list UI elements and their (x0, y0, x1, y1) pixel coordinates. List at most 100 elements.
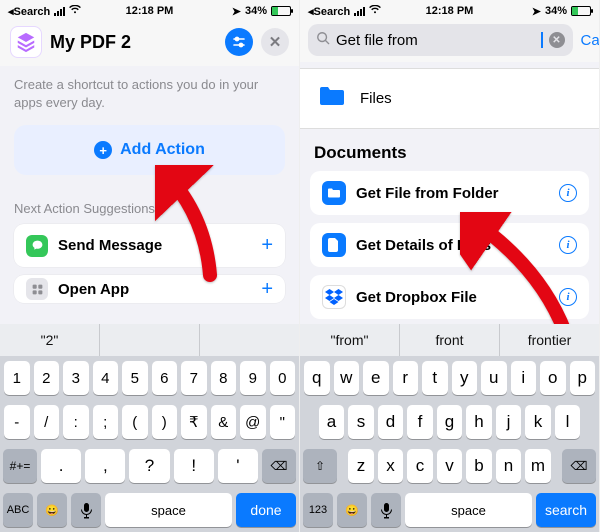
shortcut-title[interactable]: My PDF 2 (50, 32, 217, 53)
action-search-screen: ◂Search 12:18 PM ➤ 34% ✕ Cancel Files (300, 0, 600, 532)
emoji-key[interactable]: 😀 (37, 493, 67, 527)
file-details-icon (322, 233, 346, 257)
key-h[interactable]: h (466, 405, 492, 439)
text-caret (541, 32, 543, 48)
add-action-label: Add Action (120, 141, 205, 159)
key-₹[interactable]: ₹ (181, 405, 207, 439)
info-button[interactable]: i (559, 288, 577, 306)
key-u[interactable]: u (481, 361, 507, 395)
info-button[interactable]: i (559, 184, 577, 202)
key-r[interactable]: r (393, 361, 419, 395)
key-q[interactable]: q (304, 361, 330, 395)
add-action-button[interactable]: + Add Action (14, 125, 285, 175)
suggestion-send-message[interactable]: Send Message + (14, 224, 285, 267)
done-key[interactable]: done (236, 493, 296, 527)
abc-key[interactable]: ABC (3, 493, 33, 527)
key-y[interactable]: y (452, 361, 478, 395)
key-4[interactable]: 4 (93, 361, 119, 395)
mic-key[interactable] (71, 493, 101, 527)
add-icon[interactable]: + (261, 278, 273, 301)
close-button[interactable]: ✕ (261, 28, 289, 56)
qwerty-row-3-letters: zxcvbnm (341, 449, 558, 483)
sliders-icon (231, 34, 247, 50)
search-input[interactable] (336, 32, 535, 49)
number-row: 1234567890 (0, 356, 299, 400)
key-1[interactable]: 1 (4, 361, 30, 395)
key-m[interactable]: m (525, 449, 551, 483)
keyboard-suggestions[interactable]: "from" front frontier (300, 324, 599, 356)
key-9[interactable]: 9 (240, 361, 266, 395)
key-)[interactable]: ) (152, 405, 178, 439)
add-icon[interactable]: + (261, 234, 273, 257)
message-icon (26, 235, 48, 257)
key-e[interactable]: e (363, 361, 389, 395)
key-2[interactable]: 2 (34, 361, 60, 395)
backspace-key[interactable]: ⌫ (562, 449, 596, 483)
editor-description: Create a shortcut to actions you do in y… (14, 76, 285, 111)
key-b[interactable]: b (466, 449, 492, 483)
key-3[interactable]: 3 (63, 361, 89, 395)
search-key[interactable]: search (536, 493, 596, 527)
key-z[interactable]: z (348, 449, 374, 483)
key-8[interactable]: 8 (211, 361, 237, 395)
clear-search-button[interactable]: ✕ (549, 32, 565, 48)
emoji-key[interactable]: 😀 (337, 493, 367, 527)
suggestion-open-app[interactable]: Open App + (14, 275, 285, 303)
shift-key[interactable]: ⇧ (303, 449, 337, 483)
keyboard[interactable]: "2" 1234567890 -/:;()₹&@" #+= . , ? ! ' … (0, 324, 299, 532)
key-:[interactable]: : (63, 405, 89, 439)
shortcut-icon[interactable] (10, 26, 42, 58)
key-o[interactable]: o (540, 361, 566, 395)
qwerty-row-3: ⇧ zxcvbnm ⌫ (300, 444, 599, 488)
key-d[interactable]: d (378, 405, 404, 439)
key-x[interactable]: x (378, 449, 404, 483)
info-button[interactable]: i (559, 236, 577, 254)
settings-button[interactable] (225, 28, 253, 56)
key-p[interactable]: p (570, 361, 596, 395)
key-j[interactable]: j (496, 405, 522, 439)
keyboard-suggestions[interactable]: "2" (0, 324, 299, 356)
keyboard[interactable]: "from" front frontier qwertyuiop asdfghj… (300, 324, 599, 532)
key-t[interactable]: t (422, 361, 448, 395)
key-s[interactable]: s (348, 405, 374, 439)
key-;[interactable]: ; (93, 405, 119, 439)
key-&[interactable]: & (211, 405, 237, 439)
key-([interactable]: ( (122, 405, 148, 439)
shift-symbols-key[interactable]: #+= (3, 449, 37, 483)
folder-icon (318, 85, 346, 112)
key-7[interactable]: 7 (181, 361, 207, 395)
shortcut-editor-screen: ◂Search 12:18 PM ➤ 34% My PDF 2 ✕ Create… (0, 0, 300, 532)
mic-key[interactable] (371, 493, 401, 527)
battery-icon (271, 6, 291, 16)
key-5[interactable]: 5 (122, 361, 148, 395)
space-key[interactable]: space (105, 493, 232, 527)
key-/[interactable]: / (34, 405, 60, 439)
files-category[interactable]: Files (300, 68, 599, 129)
cancel-button[interactable]: Cancel (581, 32, 600, 49)
fn-row: #+= . , ? ! ' ⌫ (0, 444, 299, 488)
key-c[interactable]: c (407, 449, 433, 483)
action-get-file-from-folder[interactable]: Get File from Folder i (310, 171, 589, 215)
key-n[interactable]: n (496, 449, 522, 483)
status-time: 12:18 PM (0, 5, 299, 17)
folder-action-icon (322, 181, 346, 205)
key-6[interactable]: 6 (152, 361, 178, 395)
key-v[interactable]: v (437, 449, 463, 483)
backspace-key[interactable]: ⌫ (262, 449, 296, 483)
key-f[interactable]: f (407, 405, 433, 439)
numbers-key[interactable]: 123 (303, 493, 333, 527)
key-i[interactable]: i (511, 361, 537, 395)
search-field[interactable]: ✕ (308, 24, 573, 56)
space-key[interactable]: space (405, 493, 532, 527)
key-a[interactable]: a (319, 405, 345, 439)
action-get-dropbox-file[interactable]: Get Dropbox File i (310, 275, 589, 319)
key-0[interactable]: 0 (270, 361, 296, 395)
key-@[interactable]: @ (240, 405, 266, 439)
key-k[interactable]: k (525, 405, 551, 439)
action-get-details-of-files[interactable]: Get Details of Files i (310, 223, 589, 267)
key-l[interactable]: l (555, 405, 581, 439)
key-w[interactable]: w (334, 361, 360, 395)
key-g[interactable]: g (437, 405, 463, 439)
key-"[interactable]: " (270, 405, 296, 439)
key--[interactable]: - (4, 405, 30, 439)
